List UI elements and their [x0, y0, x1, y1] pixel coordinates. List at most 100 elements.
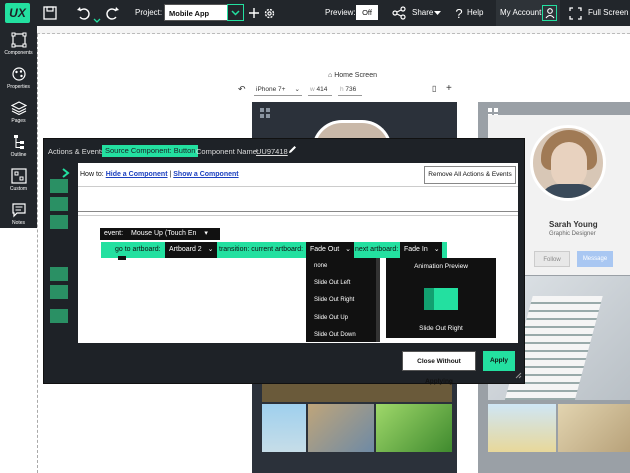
dropdown-option[interactable]: Slide Out Up: [314, 315, 348, 321]
dropdown-option[interactable]: Slide Out Down: [314, 332, 356, 338]
project-label: Project:: [135, 8, 163, 17]
grid-icon: [260, 108, 270, 118]
message-button[interactable]: Message: [577, 251, 613, 267]
chevron-down-icon: ⌄: [207, 246, 214, 253]
caret-down-icon: ▾: [204, 230, 208, 237]
device-toolbar: ↶ iPhone 7+ ⌄ w 414 h 736 ▯ +: [236, 83, 460, 98]
next-transition-select[interactable]: Fade In ⌄: [400, 242, 442, 258]
account-button[interactable]: My Account: [500, 8, 541, 17]
sidebar-item-label: Properties: [7, 84, 30, 90]
follow-button[interactable]: Follow: [534, 251, 570, 267]
dropdown-option[interactable]: Slide Out Right: [314, 297, 354, 303]
share-icon[interactable]: [391, 5, 407, 21]
height-field[interactable]: h 736: [338, 84, 362, 96]
photo-row: [488, 404, 630, 452]
preview-caption: Slide Out Right: [419, 325, 463, 332]
rotate-icon[interactable]: ↶: [238, 84, 246, 95]
dropdown-option[interactable]: none: [314, 263, 327, 269]
transition-dropdown-list: none Slide Out Left Slide Out Right Slid…: [306, 258, 380, 342]
current-transition-select[interactable]: Fade Out ⌄: [306, 242, 354, 258]
preview-label: Preview:: [325, 8, 356, 17]
copy-icon[interactable]: ▯: [432, 84, 436, 93]
chevron-down-icon: ⌄: [433, 246, 440, 253]
notes-icon: [11, 203, 26, 218]
help-button[interactable]: Help: [467, 8, 483, 17]
component-list-strip: [50, 179, 70, 329]
pencil-icon[interactable]: [288, 145, 297, 156]
chevron-down-icon: [231, 9, 240, 16]
sidebar-item-custom[interactable]: Custom: [0, 164, 37, 198]
outline-icon: [13, 135, 24, 149]
profile-photo: [530, 125, 606, 201]
sidebar-item-notes[interactable]: Notes: [0, 198, 37, 232]
sidebar-item-label: Outline: [10, 152, 27, 158]
undo-icon[interactable]: [75, 5, 91, 21]
sidebar-item-properties[interactable]: Properties: [0, 62, 37, 96]
sidebar-item-label: Pages: [11, 118, 26, 124]
sidebar-item-components[interactable]: Components: [0, 28, 37, 62]
preview-title: Animation Preview: [414, 263, 468, 270]
user-icon[interactable]: [542, 5, 557, 21]
device-select[interactable]: iPhone 7+ ⌄: [254, 84, 302, 96]
width-field[interactable]: w 414: [308, 84, 332, 96]
chevron-down-icon: [432, 5, 442, 21]
chevron-down-icon: ⌄: [345, 246, 352, 253]
fullscreen-icon[interactable]: [567, 5, 583, 21]
howto-text: How to: Hide a Component | Show a Compon…: [80, 171, 239, 178]
sidebar-item-label: Custom: [9, 186, 28, 192]
next-artboard-label: next artboard:: [355, 246, 399, 253]
action-row: go to artboard: Artboard 2 ⌄ transition:…: [101, 242, 447, 258]
event-select[interactable]: event: Mouse Up (Touch En ▾: [100, 228, 220, 240]
transition-label: transition: current artboard:: [219, 246, 304, 253]
resize-handle-icon[interactable]: [515, 372, 522, 379]
chevron-down-icon: ⌄: [294, 86, 300, 93]
remove-all-button[interactable]: Remove All Actions & Events: [424, 166, 516, 184]
components-icon: [11, 32, 26, 48]
project-dropdown-button[interactable]: [227, 4, 244, 21]
sidebar-item-pages[interactable]: Pages: [0, 96, 37, 130]
preview-shape-shadow: [424, 288, 434, 310]
component-name-value: UU97418: [256, 147, 288, 156]
left-sidebar: Components Properties Pages Outline Cust…: [0, 26, 37, 228]
dialog-header: Actions & Events Source Component: Butto…: [44, 139, 524, 163]
top-toolbar: UX Project: Mobile App Preview: Off Shar…: [0, 0, 630, 26]
app-logo[interactable]: UX: [5, 3, 30, 23]
dropdown-option[interactable]: Slide Out Left: [314, 280, 350, 286]
apply-button[interactable]: Apply: [483, 351, 515, 371]
divider: [78, 211, 518, 212]
photo-row: [262, 404, 452, 452]
dropdown-scrollbar[interactable]: [376, 258, 380, 342]
home-icon: ⌂: [328, 72, 333, 79]
goto-label: go to artboard:: [115, 246, 161, 253]
preview-toggle[interactable]: Off: [356, 5, 378, 20]
help-icon[interactable]: ?: [451, 5, 467, 21]
top-ruler: [37, 26, 630, 34]
source-component-badge: Source Component: Button: [102, 145, 199, 157]
profile-role: Graphic Designer: [549, 231, 596, 237]
photo-strip-top: [262, 382, 452, 402]
component-name-label: Component Name:: [196, 147, 259, 156]
sidebar-item-label: Components: [4, 50, 33, 56]
chevron-down-icon: [92, 17, 102, 25]
artboard-select[interactable]: Artboard 2 ⌄: [165, 242, 217, 258]
properties-icon: [11, 67, 26, 81]
add-icon[interactable]: +: [446, 83, 452, 94]
share-button[interactable]: Share: [412, 8, 433, 17]
howto-bar: How to: Hide a Component | Show a Compon…: [78, 163, 518, 187]
add-icon[interactable]: [246, 5, 262, 21]
show-component-link[interactable]: Show a Component: [173, 171, 238, 178]
redo-icon[interactable]: [105, 5, 121, 21]
save-icon[interactable]: [42, 5, 58, 21]
close-without-applying-button[interactable]: Close Without Applying: [402, 351, 476, 385]
sidebar-item-outline[interactable]: Outline: [0, 130, 37, 164]
sidebar-item-label: Notes: [11, 220, 26, 226]
row-handle: [118, 256, 126, 260]
divider: [78, 215, 518, 216]
dialog-title: Actions & Events: [48, 147, 105, 156]
hide-component-link[interactable]: Hide a Component: [106, 171, 168, 178]
profile-name: Sarah Young: [549, 220, 598, 229]
gear-icon[interactable]: [261, 5, 277, 21]
fullscreen-button[interactable]: Full Screen: [588, 8, 628, 17]
artboard-title: ⌂ Home Screen: [328, 72, 377, 79]
animation-preview: Animation Preview Slide Out Right: [386, 258, 496, 338]
